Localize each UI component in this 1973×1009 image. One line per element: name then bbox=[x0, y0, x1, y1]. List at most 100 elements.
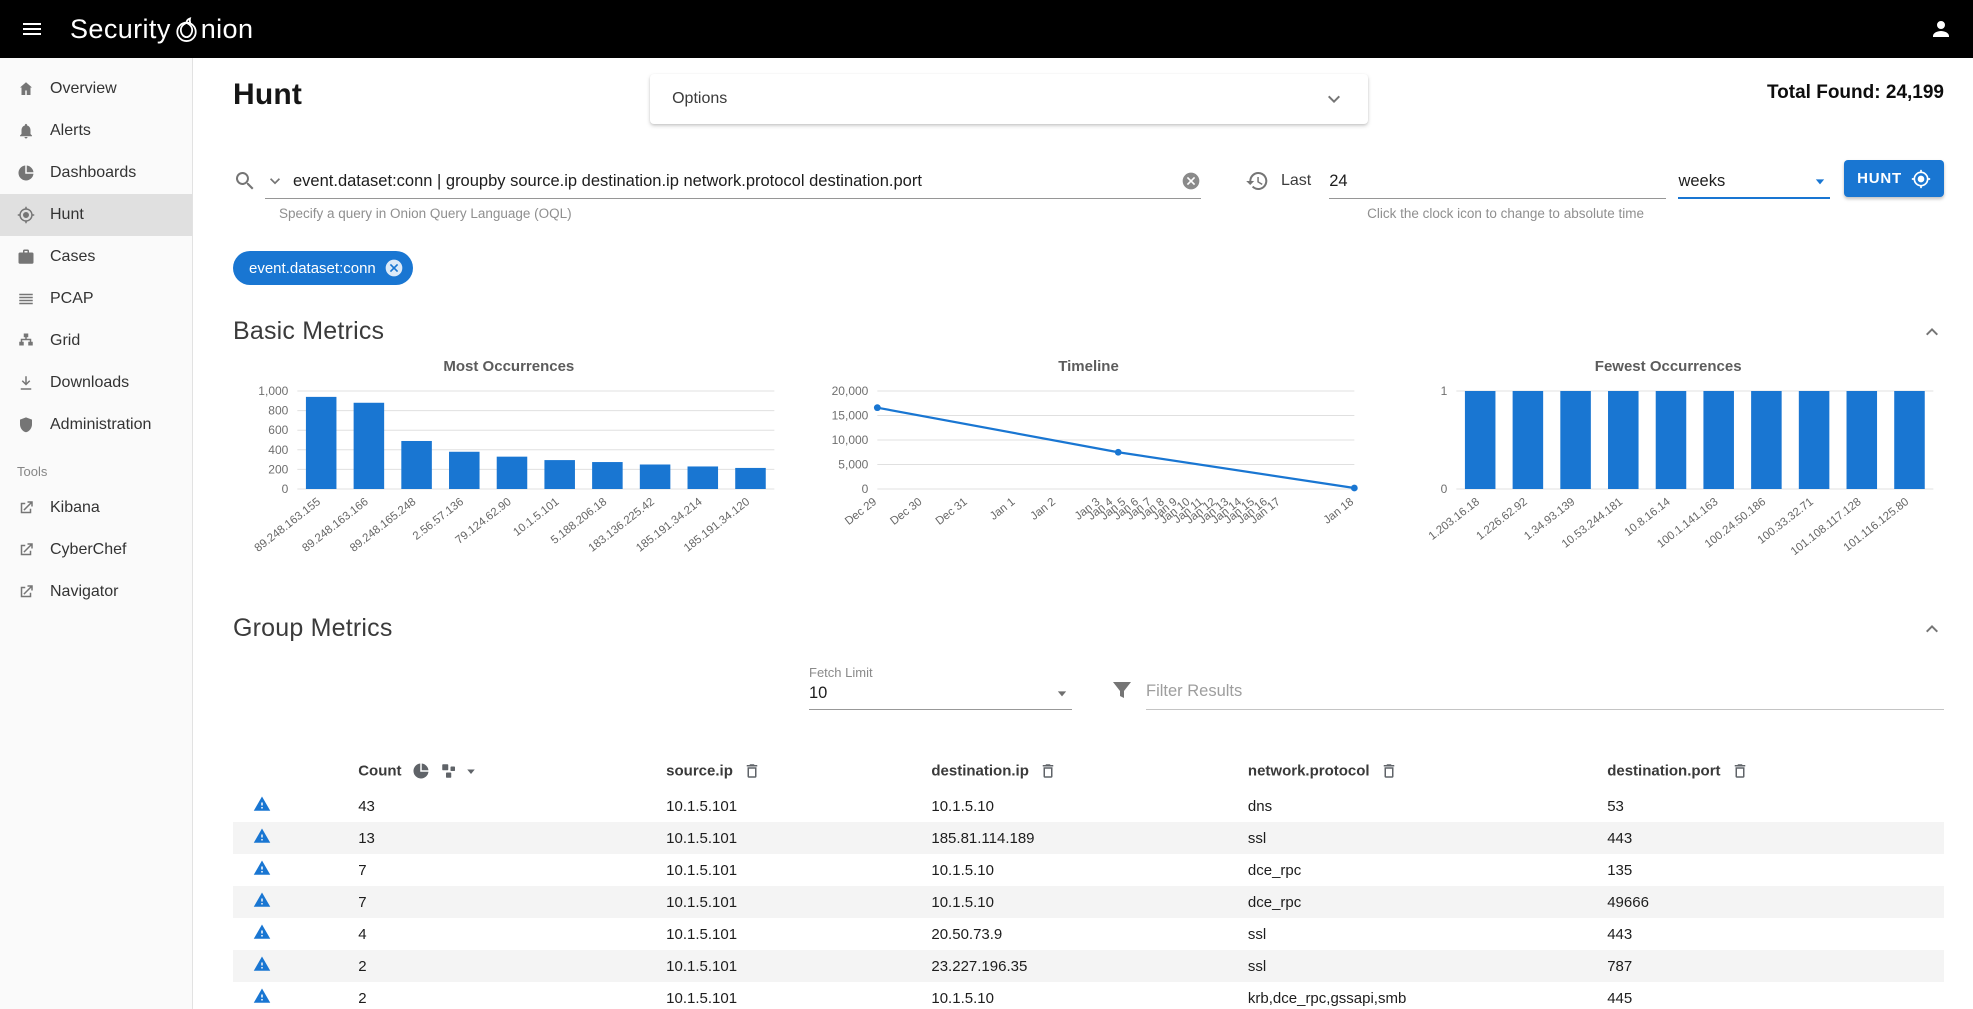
delete-icon[interactable] bbox=[1380, 762, 1398, 780]
table-cell-value[interactable]: ssl bbox=[1248, 958, 1266, 975]
table-cell-value[interactable]: 787 bbox=[1607, 958, 1632, 975]
fewest-occurrences-chart: Fewest Occurrences 011.203.16.181.226.62… bbox=[1392, 358, 1944, 582]
column-header-destination.port[interactable]: destination.port bbox=[1593, 752, 1944, 790]
chip-close-icon[interactable] bbox=[384, 258, 404, 278]
sidebar-item-grid[interactable]: Grid bbox=[0, 320, 192, 362]
clear-query-icon[interactable] bbox=[1181, 171, 1201, 191]
delete-icon[interactable] bbox=[1731, 762, 1749, 780]
table-cell-value[interactable]: 135 bbox=[1607, 862, 1632, 879]
sidebar-item-alerts[interactable]: Alerts bbox=[0, 110, 192, 152]
delete-icon[interactable] bbox=[1039, 762, 1057, 780]
onion-logo-icon bbox=[173, 17, 200, 44]
warning-icon[interactable] bbox=[253, 891, 271, 909]
collapse-basic-metrics-icon[interactable] bbox=[1920, 320, 1944, 344]
table-cell-value[interactable]: 10.1.5.10 bbox=[931, 894, 994, 911]
sidebar-tool-kibana[interactable]: Kibana bbox=[0, 487, 192, 529]
warning-icon[interactable] bbox=[253, 827, 271, 845]
grid-icon bbox=[17, 332, 35, 350]
filter-chip[interactable]: event.dataset:conn bbox=[233, 251, 413, 285]
duration-unit-select[interactable]: weeks bbox=[1678, 171, 1830, 199]
basic-metrics-title: Basic Metrics bbox=[233, 317, 384, 346]
duration-unit-value: weeks bbox=[1678, 172, 1725, 191]
table-cell-value[interactable]: 53 bbox=[1607, 798, 1624, 815]
table-cell-value[interactable]: 7 bbox=[358, 894, 366, 911]
table-header-row: Countsource.ipdestination.ipnetwork.prot… bbox=[233, 752, 1944, 790]
svg-text:5,000: 5,000 bbox=[838, 458, 868, 472]
table-cell-value[interactable]: 4 bbox=[358, 926, 366, 943]
fetch-limit-select[interactable]: Fetch Limit 10 bbox=[809, 665, 1072, 710]
sidebar-item-pcap[interactable]: PCAP bbox=[0, 278, 192, 320]
dashboard-icon bbox=[17, 164, 35, 182]
home-icon bbox=[17, 80, 35, 98]
chart-title: Timeline bbox=[813, 358, 1365, 375]
duration-input[interactable] bbox=[1329, 172, 1666, 191]
time-range-last-label: Last bbox=[1281, 172, 1311, 190]
history-icon[interactable] bbox=[1245, 169, 1269, 193]
table-cell-value[interactable]: 10.1.5.101 bbox=[666, 958, 737, 975]
delete-icon[interactable] bbox=[743, 762, 761, 780]
filter-results-input[interactable] bbox=[1146, 682, 1944, 701]
warning-icon[interactable] bbox=[253, 987, 271, 1005]
hunt-button[interactable]: HUNT bbox=[1844, 160, 1944, 197]
table-cell-value[interactable]: 10.1.5.101 bbox=[666, 798, 737, 815]
table-cell-value[interactable]: 10.1.5.10 bbox=[931, 990, 994, 1007]
sidebar-item-dashboards[interactable]: Dashboards bbox=[0, 152, 192, 194]
group-options-icon[interactable] bbox=[440, 762, 458, 780]
warning-icon[interactable] bbox=[253, 955, 271, 973]
pie-chart-icon[interactable] bbox=[412, 762, 430, 780]
sidebar-item-downloads[interactable]: Downloads bbox=[0, 362, 192, 404]
app-logo[interactable]: Securitynion bbox=[70, 14, 253, 45]
caret-down-icon[interactable] bbox=[462, 762, 480, 780]
table-cell-value[interactable]: ssl bbox=[1248, 830, 1266, 847]
table-cell-value[interactable]: 10.1.5.101 bbox=[666, 990, 737, 1007]
table-cell-value[interactable]: 10.1.5.101 bbox=[666, 830, 737, 847]
column-header-network.protocol[interactable]: network.protocol bbox=[1234, 752, 1593, 790]
table-cell-value[interactable]: 10.1.5.10 bbox=[931, 798, 994, 815]
svg-text:1,000: 1,000 bbox=[258, 384, 288, 398]
table-cell-value[interactable]: 20.50.73.9 bbox=[931, 926, 1002, 943]
user-menu-button[interactable] bbox=[1929, 17, 1953, 41]
table-cell-value[interactable]: 2 bbox=[358, 990, 366, 1007]
sidebar-item-hunt[interactable]: Hunt bbox=[0, 194, 192, 236]
table-cell-value[interactable]: 13 bbox=[358, 830, 375, 847]
warning-icon[interactable] bbox=[253, 859, 271, 877]
sidebar-tool-cyberchef[interactable]: CyberChef bbox=[0, 529, 192, 571]
table-cell-value[interactable]: 443 bbox=[1607, 926, 1632, 943]
table-cell-value[interactable]: 23.227.196.35 bbox=[931, 958, 1027, 975]
timeline-chart-canvas: 05,00010,00015,00020,000Dec 29Dec 30Dec … bbox=[813, 377, 1365, 582]
table-cell-value[interactable]: 2 bbox=[358, 958, 366, 975]
column-header-destination.ip[interactable]: destination.ip bbox=[917, 752, 1234, 790]
sidebar-item-overview[interactable]: Overview bbox=[0, 68, 192, 110]
sidebar-tool-navigator[interactable]: Navigator bbox=[0, 571, 192, 613]
table-cell-value[interactable]: krb,dce_rpc,gssapi,smb bbox=[1248, 990, 1406, 1007]
query-history-dropdown-icon[interactable] bbox=[265, 171, 285, 191]
warning-icon[interactable] bbox=[253, 795, 271, 813]
table-cell-value[interactable]: 443 bbox=[1607, 830, 1632, 847]
table-cell-value[interactable]: 185.81.114.189 bbox=[931, 830, 1034, 847]
sidebar-item-administration[interactable]: Administration bbox=[0, 404, 192, 446]
query-input[interactable] bbox=[293, 172, 1173, 191]
open-in-new-icon bbox=[17, 541, 35, 559]
table-cell-value[interactable]: 10.1.5.101 bbox=[666, 862, 737, 879]
menu-button[interactable] bbox=[20, 17, 44, 41]
svg-text:Jan 2: Jan 2 bbox=[1028, 496, 1058, 523]
table-cell-value[interactable]: 10.1.5.10 bbox=[931, 862, 994, 879]
sidebar-item-cases[interactable]: Cases bbox=[0, 236, 192, 278]
table-cell-value[interactable]: dce_rpc bbox=[1248, 894, 1301, 911]
table-cell-value[interactable]: dns bbox=[1248, 798, 1272, 815]
options-panel[interactable]: Options bbox=[650, 74, 1368, 124]
table-cell-value[interactable]: 10.1.5.101 bbox=[666, 894, 737, 911]
page-title: Hunt bbox=[233, 74, 302, 112]
table-cell-value[interactable]: 10.1.5.101 bbox=[666, 926, 737, 943]
table-cell-value[interactable]: 445 bbox=[1607, 990, 1632, 1007]
table-cell-value[interactable]: ssl bbox=[1248, 926, 1266, 943]
table-cell-value[interactable]: 49666 bbox=[1607, 894, 1649, 911]
svg-text:Dec 29: Dec 29 bbox=[843, 496, 879, 528]
table-cell-value[interactable]: 7 bbox=[358, 862, 366, 879]
table-cell-value[interactable]: 43 bbox=[358, 798, 375, 815]
column-header-source.ip[interactable]: source.ip bbox=[652, 752, 917, 790]
column-header-Count[interactable]: Count bbox=[344, 752, 652, 790]
table-cell-value[interactable]: dce_rpc bbox=[1248, 862, 1301, 879]
collapse-group-metrics-icon[interactable] bbox=[1920, 617, 1944, 641]
warning-icon[interactable] bbox=[253, 923, 271, 941]
